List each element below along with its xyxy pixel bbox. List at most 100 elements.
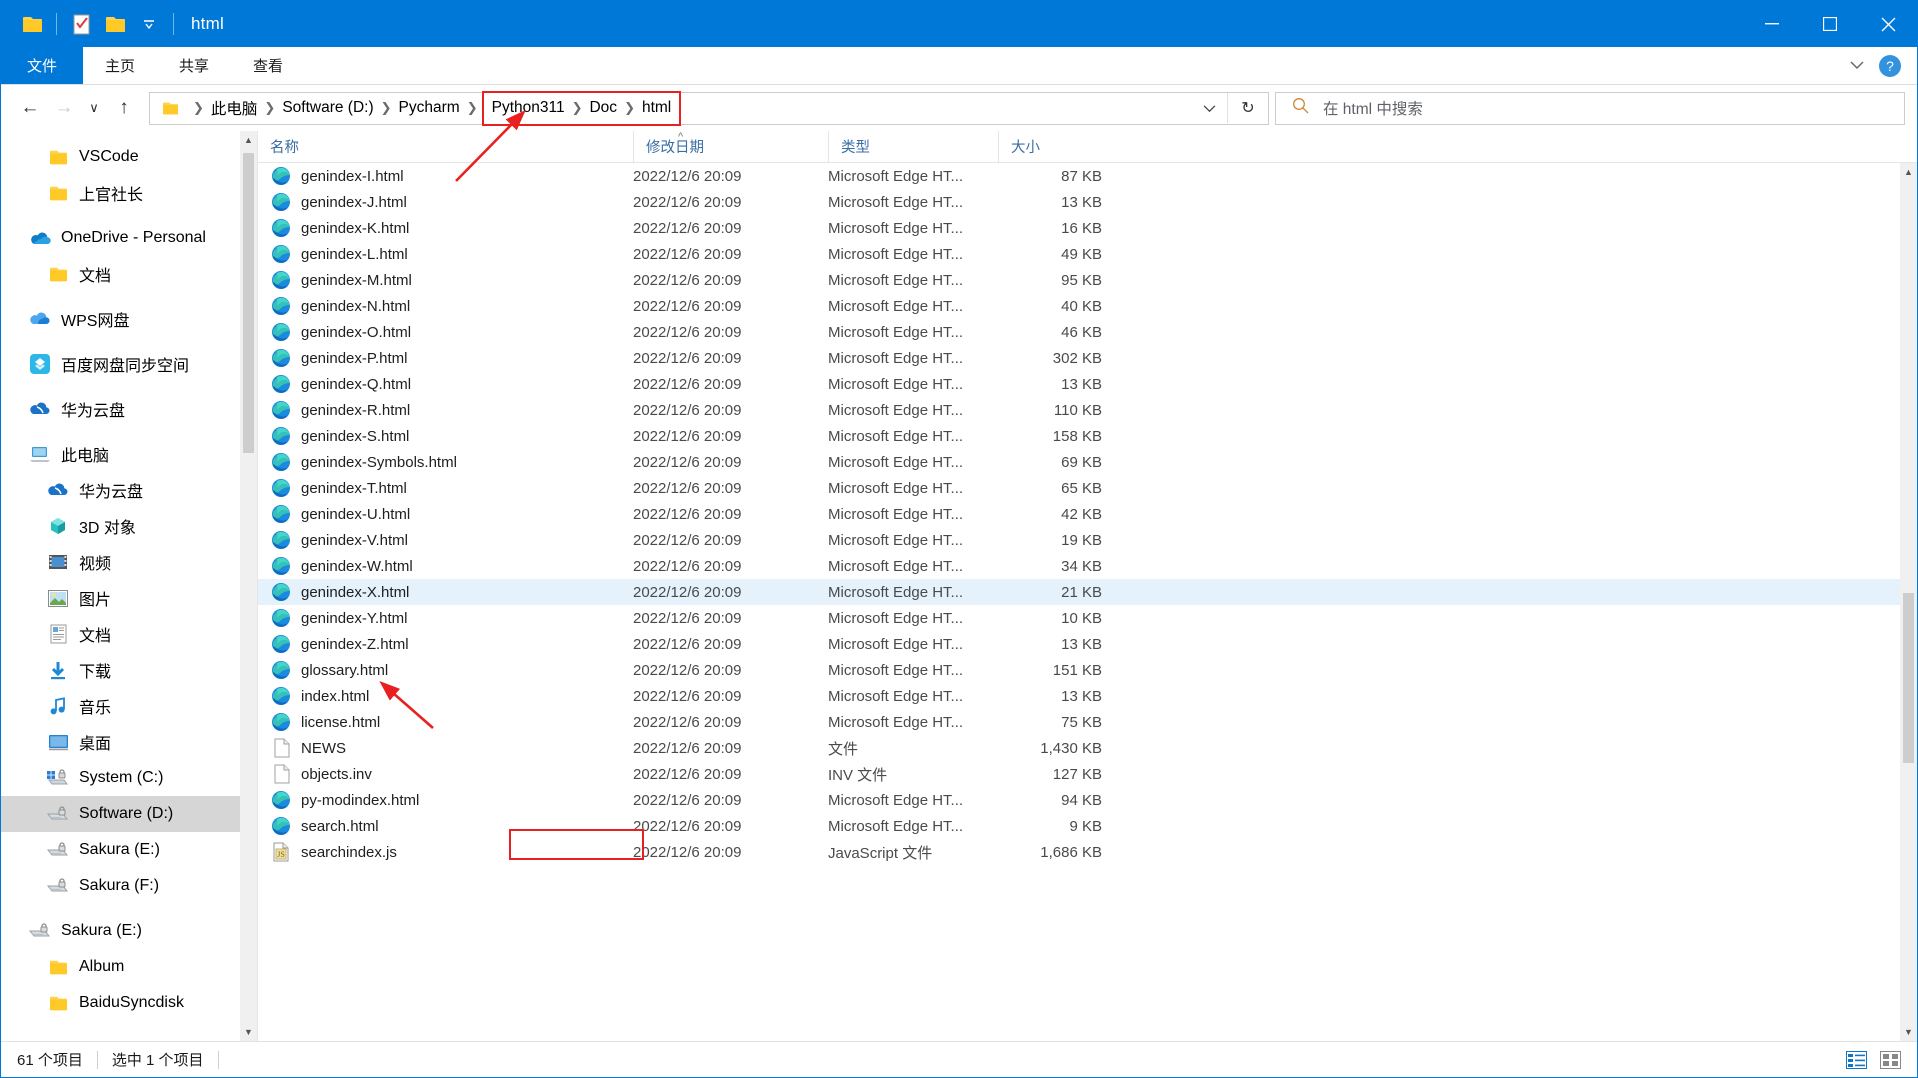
table-row[interactable]: genindex-L.html 2022/12/6 20:09 Microsoft … [258,241,1917,267]
table-row[interactable]: genindex-O.html 2022/12/6 20:09 Microsoft … [258,319,1917,345]
close-button[interactable] [1859,1,1917,47]
large-icons-view-icon[interactable] [1877,1048,1903,1072]
table-row[interactable]: genindex-P.html 2022/12/6 20:09 Microsoft … [258,345,1917,371]
recent-locations-button[interactable]: ∨ [81,91,107,125]
customize-chevron-icon[interactable] [132,7,166,41]
address-input[interactable]: ❯ 此电脑 ❯ Software (D:) ❯ Pycharm ❯ Python… [149,90,1269,126]
breadcrumb-doc[interactable]: Doc [585,99,621,117]
sidebar-item[interactable]: 文档 [1,616,257,652]
sidebar-item[interactable]: 音乐 [1,688,257,724]
column-header-type[interactable]: 类型 [828,131,998,162]
sidebar-item[interactable]: Sakura (E:) [1,832,257,868]
sidebar-item[interactable]: Album [1,949,257,985]
table-row[interactable]: genindex-W.html 2022/12/6 20:09 Microsoft … [258,553,1917,579]
sidebar-item[interactable]: 上官社长 [1,175,257,211]
folder-icon[interactable] [15,7,49,41]
table-row[interactable]: genindex-S.html 2022/12/6 20:09 Microsoft … [258,423,1917,449]
breadcrumb-python311[interactable]: Python311 [488,99,569,117]
table-row[interactable]: objects.inv 2022/12/6 20:09 INV 文件 127 KB [258,761,1917,787]
chevron-down-icon[interactable] [1849,57,1865,75]
sidebar-item[interactable]: 下载 [1,652,257,688]
table-row[interactable]: genindex-J.html 2022/12/6 20:09 Microsoft … [258,189,1917,215]
refresh-button[interactable]: ↻ [1228,98,1268,118]
table-row[interactable]: index.html 2022/12/6 20:09 Microsoft Edge … [258,683,1917,709]
sidebar-item[interactable]: 华为云盘 [1,472,257,508]
help-icon[interactable]: ? [1879,54,1901,77]
table-row[interactable]: glossary.html 2022/12/6 20:09 Microsoft Ed… [258,657,1917,683]
table-row[interactable]: genindex-U.html 2022/12/6 20:09 Microsoft … [258,501,1917,527]
breadcrumb-software-d[interactable]: Software (D:) [278,99,377,117]
new-folder-icon[interactable] [98,7,132,41]
file-list-scrollbar[interactable]: ▲ ▼ [1900,163,1917,1041]
sidebar-item[interactable]: 文档 [1,256,257,292]
sidebar-item[interactable]: 3D 对象 [1,508,257,544]
breadcrumb-separator[interactable]: ❯ [569,100,586,116]
breadcrumb-html[interactable]: html [638,99,675,117]
table-row[interactable]: NEWS 2022/12/6 20:09 文件 1,430 KB [258,735,1917,761]
scroll-up-icon[interactable]: ▲ [240,131,257,149]
sidebar-item[interactable]: 图片 [1,580,257,616]
navigation-scrollbar[interactable]: ▲ ▼ [240,131,257,1041]
sidebar-item[interactable]: 百度网盘同步空间 [1,346,257,382]
breadcrumb-separator[interactable]: ❯ [621,100,638,116]
tab-home[interactable]: 主页 [83,47,157,84]
navigation-pane[interactable]: VSCode 上官社长 OneDrive - Personal 文档 WPS网盘 百度网盘… [1,131,257,1041]
sidebar-item[interactable]: Sakura (F:) [1,868,257,904]
table-row[interactable]: genindex-Y.html 2022/12/6 20:09 Microsoft … [258,605,1917,631]
maximize-button[interactable] [1801,1,1859,47]
table-row[interactable]: genindex-X.html 2022/12/6 20:09 Microsoft … [258,579,1917,605]
column-header-name[interactable]: 名称 [258,131,633,162]
properties-icon[interactable] [64,7,98,41]
sidebar-item[interactable]: BaiduSyncdisk [1,985,257,1021]
forward-button[interactable]: → [47,91,81,125]
sidebar-item[interactable]: System (C:) [1,760,257,796]
sidebar-item[interactable]: 华为云盘 [1,391,257,427]
back-button[interactable]: ← [13,91,47,125]
table-row[interactable]: genindex-N.html 2022/12/6 20:09 Microsoft … [258,293,1917,319]
table-row[interactable]: py-modindex.html 2022/12/6 20:09 Microsoft… [258,787,1917,813]
sidebar-item[interactable]: 此电脑 [1,436,257,472]
column-header-size[interactable]: 大小 [998,131,1108,162]
sidebar-item[interactable]: 桌面 [1,724,257,760]
address-dropdown-icon[interactable] [1191,104,1227,113]
table-row[interactable]: genindex-Q.html 2022/12/6 20:09 Microsoft … [258,371,1917,397]
column-header-date[interactable]: 修改日期 [633,131,828,162]
tab-view[interactable]: 查看 [231,47,305,84]
table-row[interactable]: search.html 2022/12/6 20:09 Microsoft Edge… [258,813,1917,839]
table-row[interactable]: JS searchindex.js 2022/12/6 20:09 JavaScrip… [258,839,1917,865]
breadcrumb-this-pc[interactable]: 此电脑 [207,97,262,119]
minimize-button[interactable] [1743,1,1801,47]
up-button[interactable]: ↑ [107,91,141,125]
sidebar-item-label: 此电脑 [61,448,110,465]
table-row[interactable]: genindex-I.html 2022/12/6 20:09 Microsoft … [258,163,1917,189]
scroll-down-icon[interactable]: ▼ [1900,1023,1917,1041]
sidebar-item[interactable]: WPS网盘 [1,301,257,337]
breadcrumb-separator[interactable]: ❯ [190,100,207,116]
scroll-up-icon[interactable]: ▲ [1900,163,1917,181]
scroll-down-icon[interactable]: ▼ [240,1023,257,1041]
table-row[interactable]: genindex-V.html 2022/12/6 20:09 Microsoft … [258,527,1917,553]
table-row[interactable]: genindex-Z.html 2022/12/6 20:09 Microsoft … [258,631,1917,657]
sidebar-item[interactable]: 视频 [1,544,257,580]
sidebar-item[interactable]: VSCode [1,139,257,175]
file-rows-container[interactable]: genindex-I.html 2022/12/6 20:09 Microsoft … [258,163,1917,1041]
table-row[interactable]: license.html 2022/12/6 20:09 Microsoft Edg… [258,709,1917,735]
tab-file[interactable]: 文件 [1,47,84,84]
table-row[interactable]: genindex-Symbols.html 2022/12/6 20:09 Micr… [258,449,1917,475]
sidebar-item[interactable]: Software (D:) [1,796,257,832]
scrollbar-thumb[interactable] [243,153,254,453]
search-input[interactable]: 在 html 中搜索 [1275,91,1905,125]
breadcrumb-separator[interactable]: ❯ [464,100,481,116]
table-row[interactable]: genindex-R.html 2022/12/6 20:09 Microsoft … [258,397,1917,423]
breadcrumb-separator[interactable]: ❯ [261,100,278,116]
table-row[interactable]: genindex-M.html 2022/12/6 20:09 Microsoft … [258,267,1917,293]
tab-share[interactable]: 共享 [157,47,231,84]
breadcrumb-pycharm[interactable]: Pycharm [395,99,464,117]
scrollbar-thumb[interactable] [1903,593,1914,763]
sidebar-item[interactable]: Sakura (E:) [1,913,257,949]
details-view-icon[interactable] [1843,1048,1869,1072]
breadcrumb-separator[interactable]: ❯ [378,100,395,116]
sidebar-item[interactable]: OneDrive - Personal [1,220,257,256]
table-row[interactable]: genindex-K.html 2022/12/6 20:09 Microsoft … [258,215,1917,241]
table-row[interactable]: genindex-T.html 2022/12/6 20:09 Microsoft … [258,475,1917,501]
